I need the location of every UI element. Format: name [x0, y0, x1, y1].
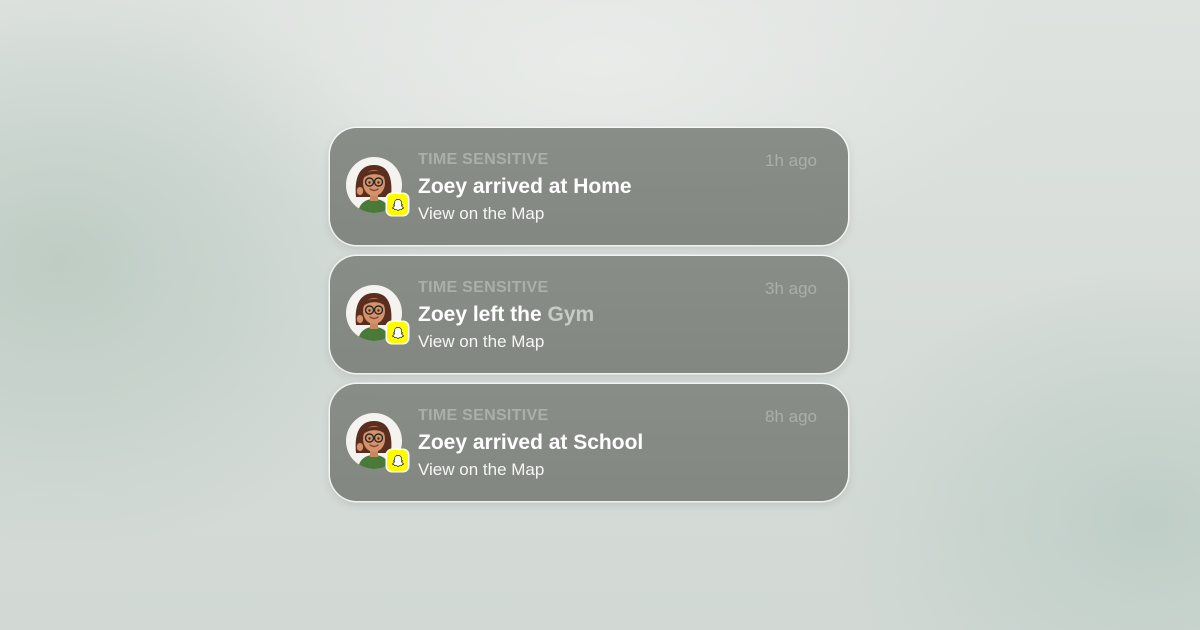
snapchat-app-badge [387, 194, 408, 215]
snapchat-app-badge [387, 450, 408, 471]
time-sensitive-label: TIME SENSITIVE [418, 407, 549, 424]
lock-screen-background: { "notifications": [ { "category": "TIME… [0, 0, 1200, 630]
time-sensitive-label: TIME SENSITIVE [418, 279, 549, 296]
notification-subtitle: View on the Map [418, 204, 545, 223]
notification-card[interactable]: TIME SENSITIVE 8h ago Zoey arrived at Sc… [330, 384, 848, 501]
notification-title-text: Zoey arrived at School [418, 431, 644, 454]
notification-timestamp: 3h ago [765, 279, 817, 298]
notification-stack: TIME SENSITIVE 1h ago Zoey arrived at Ho… [330, 128, 848, 512]
notification-title-text: Zoey arrived at Home [418, 175, 632, 198]
notification-title: Zoey left the Gym [418, 303, 594, 327]
notification-timestamp: 8h ago [765, 407, 817, 426]
snapchat-ghost-icon [391, 454, 404, 467]
snapchat-app-badge [387, 322, 408, 343]
notification-title: Zoey arrived at School [418, 431, 643, 455]
notification-card[interactable]: TIME SENSITIVE 3h ago Zoey left the Gym … [330, 256, 848, 373]
notification-subtitle: View on the Map [418, 332, 545, 351]
notification-card[interactable]: TIME SENSITIVE 1h ago Zoey arrived at Ho… [330, 128, 848, 245]
notification-title-text: Zoey left the [418, 303, 548, 326]
time-sensitive-label: TIME SENSITIVE [418, 151, 549, 168]
notification-timestamp: 1h ago [765, 151, 817, 170]
notification-title-place: Gym [547, 303, 595, 326]
snapchat-ghost-icon [391, 198, 404, 211]
notification-subtitle: View on the Map [418, 460, 545, 479]
snapchat-ghost-icon [391, 326, 404, 339]
notification-title: Zoey arrived at Home [418, 175, 632, 199]
